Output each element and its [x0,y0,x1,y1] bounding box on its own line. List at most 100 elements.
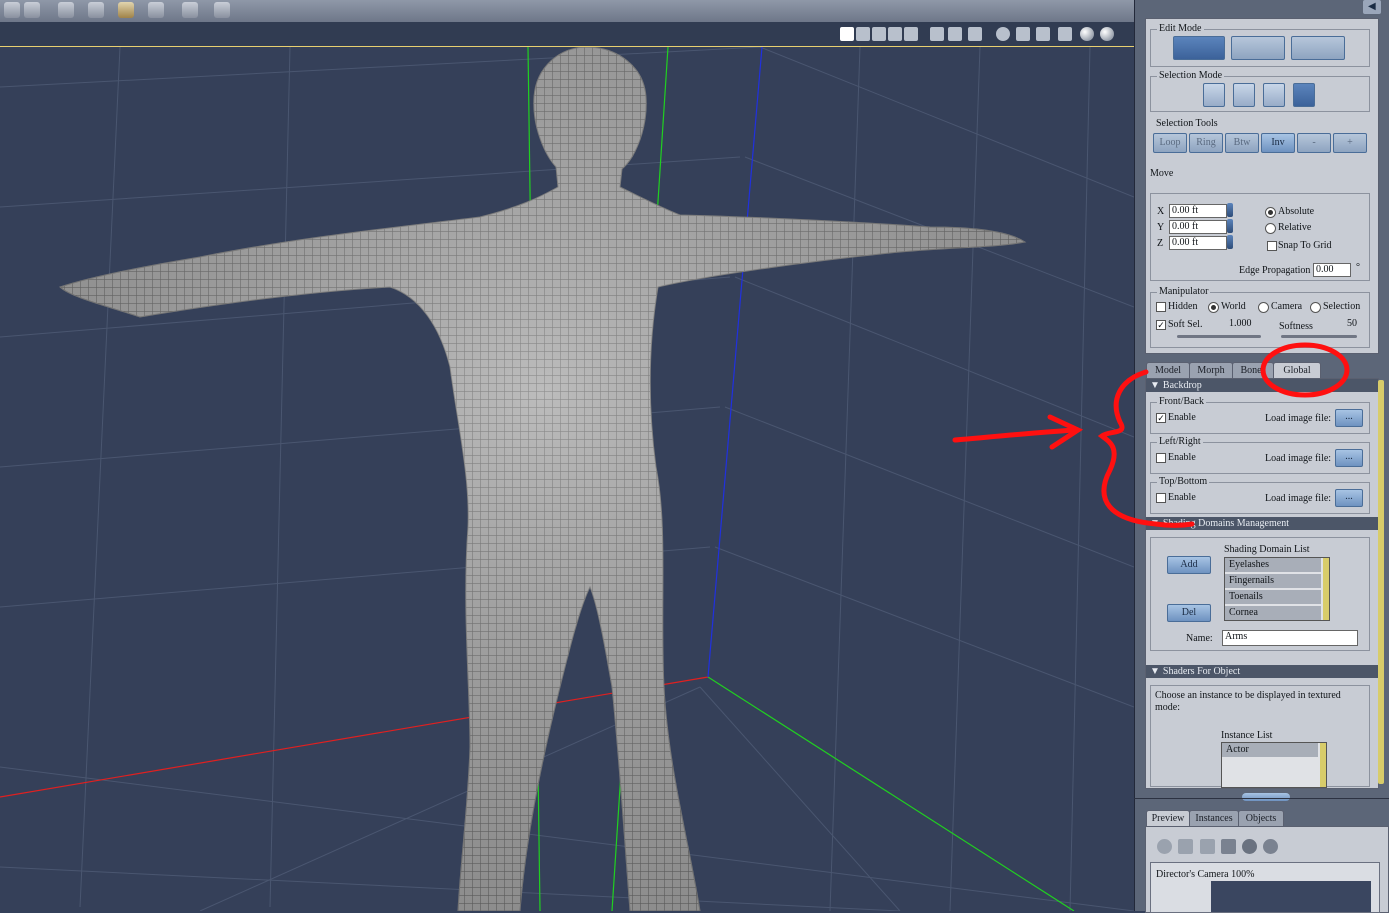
absolute-radio[interactable] [1265,207,1276,218]
domain-list-scrollbar[interactable] [1323,558,1329,620]
smooth-shade-icon[interactable] [1242,839,1257,854]
snap-to-grid-label: Snap To Grid [1278,240,1332,251]
edit-mode-sphere-button[interactable] [1291,36,1345,60]
wireframe-cube-icon[interactable] [1036,27,1050,41]
tool-icon[interactable] [182,2,198,18]
z-stepper[interactable] [1227,235,1233,249]
list-item[interactable]: Cornea [1225,606,1321,620]
select-edge-icon[interactable] [1263,83,1285,107]
human-figure-mesh[interactable] [59,47,1027,911]
panel-splitter-handle[interactable] [1242,793,1290,801]
single-view-icon[interactable] [840,27,854,41]
ring-button[interactable]: Ring [1189,133,1223,153]
selection-tools-label: Selection Tools [1156,118,1218,129]
move-camera-icon[interactable] [1157,839,1172,854]
world-label: World [1221,301,1246,312]
four-view-icon[interactable] [888,27,902,41]
delete-domain-button[interactable]: Del [1167,604,1211,622]
triangle-down-icon: ▼ [1150,666,1160,677]
world-radio[interactable] [1208,302,1219,313]
shield-view-icon[interactable] [948,27,962,41]
shrink-button[interactable]: - [1297,133,1331,153]
invert-button[interactable]: Inv [1261,133,1295,153]
tool-icon[interactable] [148,2,164,18]
tool-icon[interactable] [214,2,230,18]
tool-icon[interactable] [58,2,74,18]
select-face-icon[interactable] [1203,83,1225,107]
solid-cube-icon[interactable] [1058,27,1072,41]
arrow-left-icon: ◀ [1368,1,1376,12]
rotate-camera-icon[interactable] [1178,839,1193,854]
smooth-shade-icon[interactable] [1080,27,1094,41]
list-item[interactable]: Fingernails [1225,574,1321,589]
selection-mode-group: Selection Mode [1150,70,1370,112]
viewport-toolbar [0,22,1134,47]
shaders-header[interactable]: ▼ Shaders For Object [1146,665,1378,678]
global-panel-scrollbar[interactable] [1378,380,1384,784]
selection-radio[interactable] [1310,302,1321,313]
shaders-title: Shaders For Object [1162,666,1241,677]
shading-domain-list[interactable]: Eyelashes Fingernails Toenails Cornea [1224,557,1330,621]
texture-shade-icon[interactable] [1263,839,1278,854]
annotation-arrow [952,427,1078,443]
list-item[interactable]: Toenails [1225,590,1321,605]
loop-button[interactable]: Loop [1153,133,1187,153]
list-item[interactable]: Eyelashes [1225,558,1321,573]
tool-icon[interactable] [24,2,40,18]
y-stepper[interactable] [1227,219,1233,233]
tab-preview[interactable]: Preview [1146,810,1190,827]
selection-mode-label: Selection Mode [1157,70,1225,81]
shading-domain-list-label: Shading Domain List [1224,544,1310,555]
x-stepper[interactable] [1227,203,1233,217]
edge-propagation-field[interactable]: 0.00 [1313,263,1351,277]
main-toolbar [0,0,1134,23]
preview-viewport[interactable]: Director's Camera 100% [1150,862,1380,913]
select-polygon-icon[interactable] [1293,83,1315,107]
soft-sel-value: 1.000 [1229,318,1252,329]
degree-label: ° [1356,262,1360,273]
x-axis [0,676,709,798]
hidden-checkbox[interactable] [1156,302,1166,312]
move-camera-icon[interactable] [996,27,1010,41]
x-field[interactable]: 0.00 ft [1169,204,1227,218]
edit-mode-body-button[interactable] [1231,36,1285,60]
collapse-panel-button[interactable]: ◀ [1363,0,1381,14]
y-field[interactable]: 0.00 ft [1169,220,1227,234]
shield-view-icon[interactable] [930,27,944,41]
add-domain-button[interactable]: Add [1167,556,1211,574]
relative-radio[interactable] [1265,223,1276,234]
softness-value: 50 [1347,318,1357,329]
select-vertex-icon[interactable] [1233,83,1255,107]
soft-sel-checkbox[interactable]: ✓ [1156,320,1166,330]
wireframe-cube-icon[interactable] [1200,839,1215,854]
snap-to-grid-checkbox[interactable] [1267,241,1277,251]
list-item[interactable]: Actor [1222,743,1318,758]
grow-button[interactable]: + [1333,133,1367,153]
tool-icon[interactable] [88,2,104,18]
tab-objects[interactable]: Objects [1238,810,1284,827]
tab-instances[interactable]: Instances [1189,810,1239,827]
texture-shade-icon[interactable] [1100,27,1114,41]
3d-viewport[interactable] [0,47,1134,911]
solid-cube-icon[interactable] [1221,839,1236,854]
name-label: Name: [1186,633,1213,644]
z-field[interactable]: 0.00 ft [1169,236,1227,250]
three-view-icon[interactable] [872,27,886,41]
domain-name-field[interactable]: Arms [1222,630,1358,646]
rotate-camera-icon[interactable] [1016,27,1030,41]
layout-view-icon[interactable] [904,27,918,41]
instance-list[interactable]: Actor [1221,742,1327,788]
between-button[interactable]: Btw [1225,133,1259,153]
two-view-icon[interactable] [856,27,870,41]
shield-view-icon[interactable] [968,27,982,41]
camera-label: Camera [1271,301,1303,312]
hidden-label: Hidden [1168,301,1198,312]
instance-list-scrollbar[interactable] [1320,743,1326,787]
camera-radio[interactable] [1258,302,1269,313]
move-label: Move [1150,168,1174,179]
figure-tool-icon[interactable] [118,2,134,18]
tool-icon[interactable] [4,2,20,18]
y-axis [707,676,1075,911]
shading-domains-group: Add Del Shading Domain List Eyelashes Fi… [1150,537,1370,651]
edit-mode-vertex-button[interactable] [1173,36,1225,60]
